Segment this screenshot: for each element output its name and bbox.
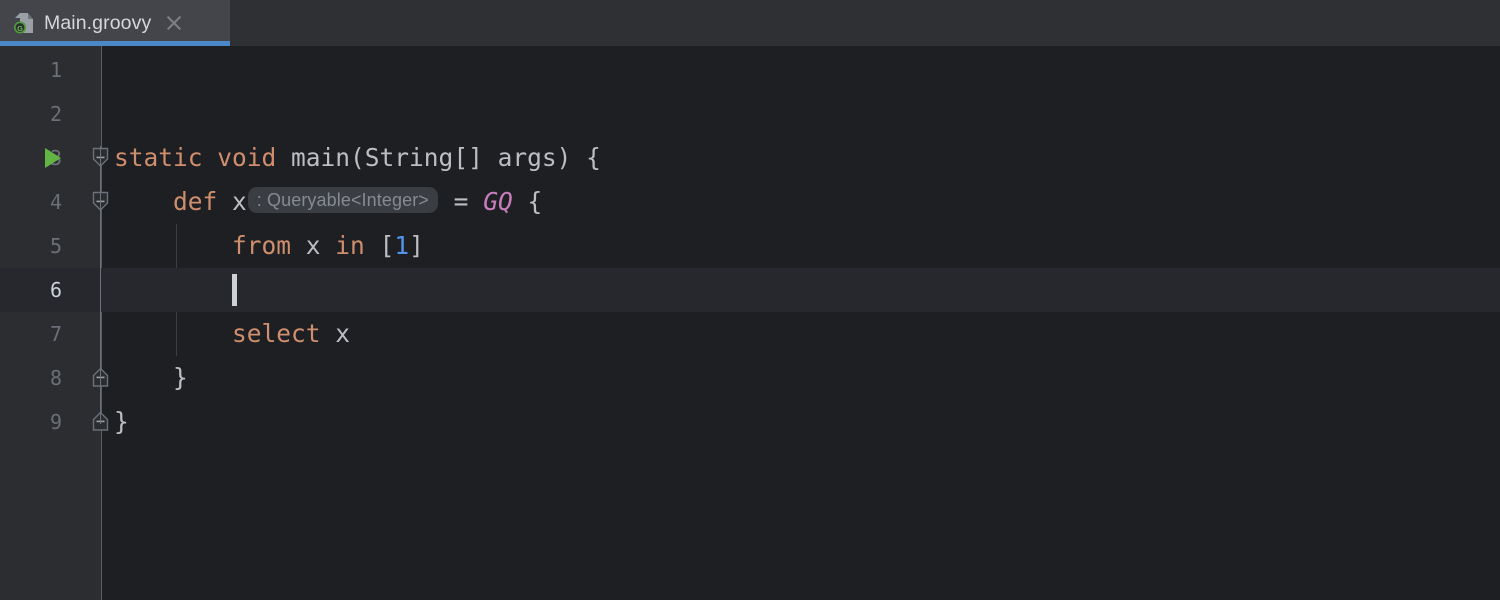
groovy-file-icon: G: [13, 12, 34, 34]
run-arrow-icon[interactable]: [45, 148, 61, 168]
code-token: main: [291, 143, 351, 172]
code-token: ]: [409, 231, 424, 260]
code-line[interactable]: static void main(String[] args) {: [114, 136, 601, 180]
line-number: 4: [49, 190, 62, 214]
code-token: GQ: [483, 187, 513, 216]
code-line[interactable]: def x: Queryable<Integer> = GQ {: [114, 180, 542, 224]
code-token: static void: [114, 143, 292, 172]
code-token: ) {: [556, 143, 601, 172]
code-token: String: [364, 143, 454, 172]
code-token: []: [453, 143, 498, 172]
line-number: 7: [49, 322, 62, 346]
code-token: in: [335, 231, 365, 260]
svg-text:G: G: [17, 24, 23, 33]
line-number: 2: [49, 102, 62, 126]
line-number: 9: [49, 410, 62, 434]
code-line[interactable]: from x in [1]: [114, 224, 424, 268]
code-token: (: [350, 143, 365, 172]
code-token: [: [364, 231, 395, 260]
code-token: {: [512, 187, 543, 216]
code-line[interactable]: }: [114, 400, 129, 444]
text-caret: [231, 274, 237, 306]
current-line-highlight: [0, 268, 1500, 312]
code-token: from: [232, 231, 292, 260]
editor-tab-bar: G Main.groovy: [0, 0, 1500, 46]
fold-region-line: [100, 146, 102, 424]
editor-tab-main-groovy[interactable]: G Main.groovy: [0, 0, 230, 46]
line-number: 8: [49, 366, 62, 390]
code-line[interactable]: }: [114, 356, 188, 400]
inlay-type-hint: : Queryable<Integer>: [247, 187, 438, 213]
code-token: }: [114, 407, 129, 436]
editor-tab-label: Main.groovy: [44, 11, 152, 34]
line-number: 5: [49, 234, 62, 258]
code-token: x: [217, 187, 247, 216]
code-token: select: [232, 319, 321, 348]
code-token: args: [497, 143, 557, 172]
line-number: 6: [49, 278, 62, 302]
code-token: 1: [394, 231, 410, 260]
code-token: }: [114, 363, 188, 392]
code-token: =: [438, 187, 484, 216]
line-number: 1: [49, 58, 62, 82]
code-token: def: [173, 187, 218, 216]
editor-window: G Main.groovy 1 2 3 static void main(String…: [0, 0, 1500, 600]
code-token: x: [291, 231, 336, 260]
code-token: x: [320, 319, 351, 348]
code-editor[interactable]: 1 2 3 static void main(String[] args) {4 de…: [0, 46, 1500, 600]
close-icon[interactable]: [163, 12, 185, 34]
code-line[interactable]: select x: [114, 312, 350, 356]
